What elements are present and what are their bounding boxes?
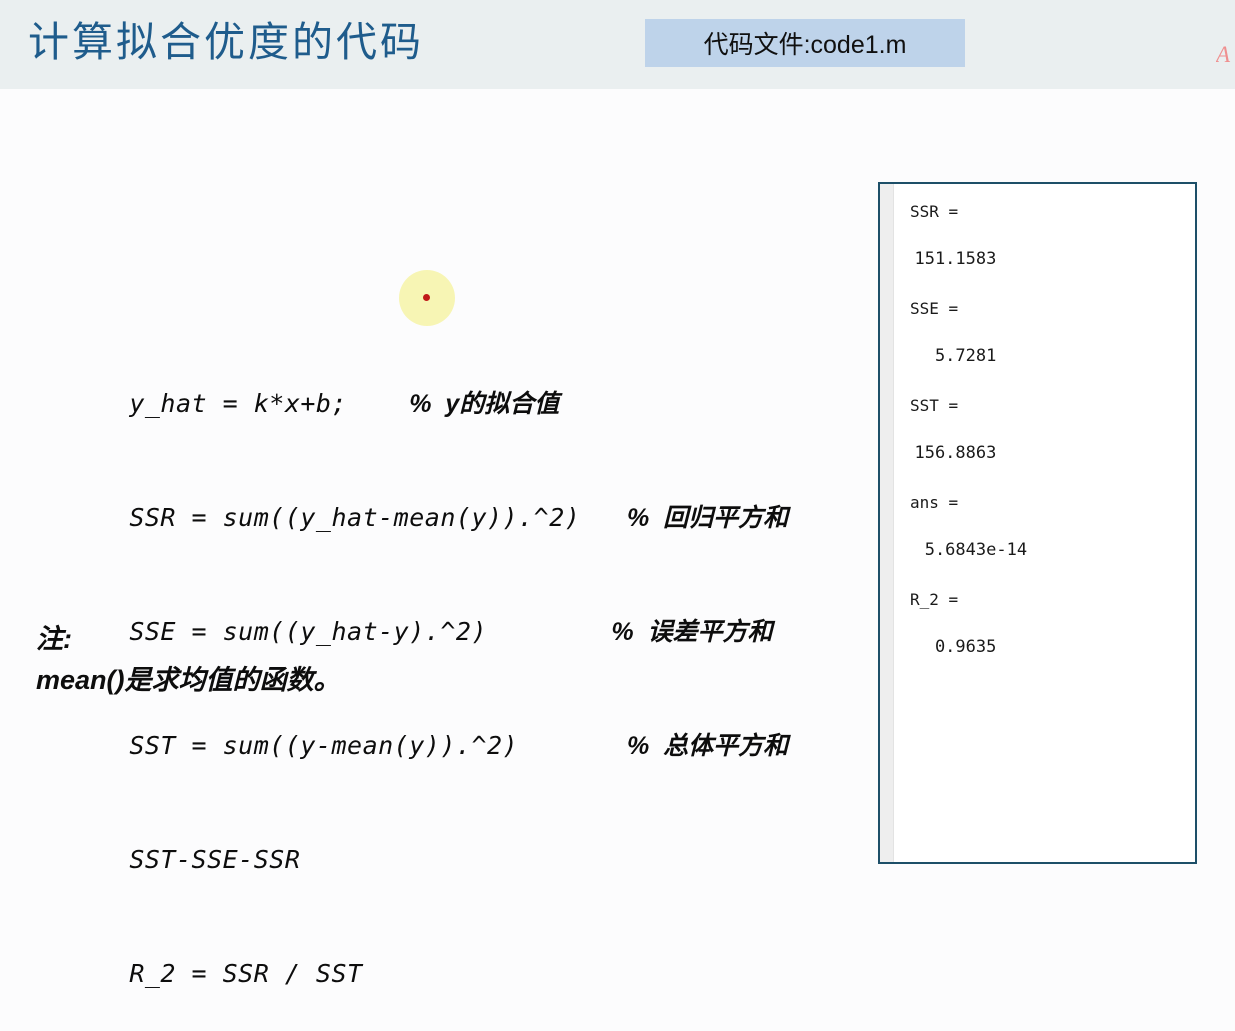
output-entry-value: 156.8863: [894, 443, 997, 463]
note-label: 注:: [36, 624, 72, 654]
matlab-output-panel: SSR = 151.1583 SSE = 5.7281 SST = 156.88…: [878, 182, 1197, 864]
code-line-gap: [580, 503, 627, 532]
output-entry-value: 5.7281: [894, 346, 997, 366]
cursor-click-dot: [423, 294, 430, 301]
page-title: 计算拟合优度的代码: [28, 19, 424, 65]
code-line-gap: [347, 389, 409, 418]
code-line: SST = sum((y-mean(y)).^2) % 总体平方和: [36, 689, 866, 803]
output-entry: R_2 = 0.9635: [894, 588, 1195, 659]
output-entry: SST = 156.8863: [894, 394, 1195, 465]
output-panel-gutter: [880, 184, 894, 862]
code-line-comment: % 误差平方和: [611, 618, 773, 646]
code-line-text: SST-SSE-SSR: [129, 845, 301, 874]
watermark-text: A: [1216, 42, 1231, 67]
code-line-text: R_2 = SSR / SST: [129, 959, 363, 988]
code-file-badge: 代码文件:code1.m: [645, 19, 965, 67]
code-line-comment: % 回归平方和: [626, 504, 789, 532]
output-entry: SSE = 5.7281: [894, 297, 1195, 368]
code-line-comment: % y的拟合值: [409, 390, 560, 418]
code-line-text: y_hat = k*x+b;: [129, 389, 348, 418]
output-panel-lines: SSR = 151.1583 SSE = 5.7281 SST = 156.88…: [894, 184, 1195, 862]
note-text: mean()是求均值的函数。: [36, 665, 341, 695]
code-line-comment: % 总体平方和: [626, 732, 789, 760]
output-entry-name: SSR =: [910, 202, 959, 221]
code-line: SSR = sum((y_hat-mean(y)).^2) % 回归平方和: [36, 461, 866, 575]
output-entry: ans = 5.6843e-14: [894, 491, 1195, 562]
note-block: 注: mean()是求均值的函数。: [36, 619, 556, 701]
output-entry-name: SSE =: [910, 299, 959, 318]
code-line: y_hat = k*x+b; % y的拟合值: [36, 347, 866, 461]
code-line: R_2 = SSR / SST: [36, 917, 866, 1031]
output-entry-value: 0.9635: [894, 637, 997, 657]
code-line: SST-SSE-SSR: [36, 803, 866, 917]
header-band: 计算拟合优度的代码 代码文件:code1.m A: [0, 0, 1235, 89]
output-entry: SSR = 151.1583: [894, 200, 1195, 271]
code-line-gap: [518, 731, 627, 760]
output-entry-name: SST =: [910, 396, 959, 415]
output-entry-value: 5.6843e-14: [894, 540, 1028, 560]
code-file-badge-label: 代码文件:code1.m: [703, 31, 907, 59]
output-entry-value: 151.1583: [894, 249, 997, 269]
output-entry-name: ans =: [910, 493, 959, 512]
slide-content: y_hat = k*x+b; % y的拟合值 SSR = sum((y_hat-…: [0, 89, 1235, 988]
output-entry-name: R_2 =: [910, 590, 959, 609]
code-line-text: SST = sum((y-mean(y)).^2): [129, 731, 519, 760]
code-line-text: SSR = sum((y_hat-mean(y)).^2): [129, 503, 581, 532]
